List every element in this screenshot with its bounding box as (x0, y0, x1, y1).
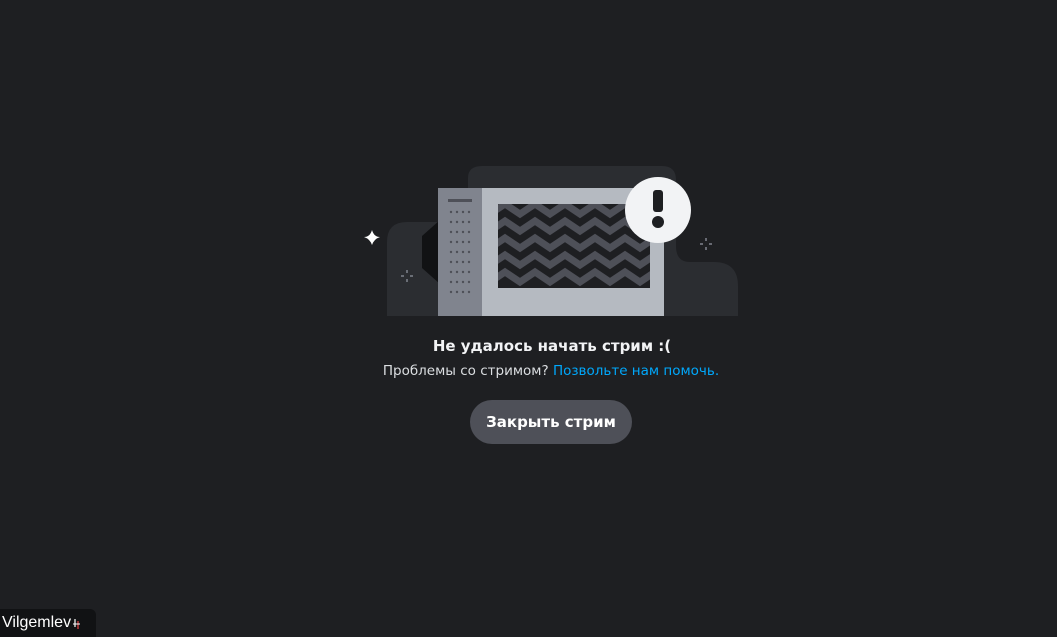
sparkle-icon (364, 230, 380, 245)
error-title: Не удалось начать стрим :( (432, 337, 672, 355)
subtitle-text: Проблемы со стримом? (382, 363, 549, 379)
user-name-tag: Vilgemlev (0, 609, 97, 637)
exclamation-icon (625, 177, 691, 243)
mic-icon (73, 619, 81, 629)
stream-error-screen: Не удалось начать стрим :( Проблемы со с… (0, 0, 1057, 637)
error-subtitle: Проблемы со стримом? Позвольте нам помоч… (0, 363, 1057, 379)
broken-stream-illustration (364, 166, 738, 316)
close-stream-button[interactable]: Закрыть стрим (470, 400, 632, 444)
help-link[interactable]: Позвольте нам помочь. (553, 363, 719, 379)
username: Vilgemlev (2, 614, 72, 631)
